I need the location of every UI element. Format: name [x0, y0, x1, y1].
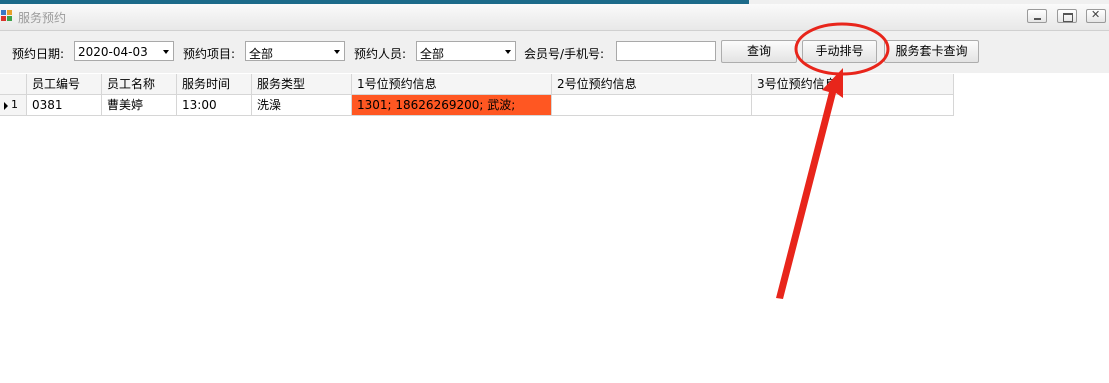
annotation-overlay	[776, 22, 890, 299]
arrow-icon	[776, 68, 843, 299]
highlight-circle	[794, 22, 890, 76]
